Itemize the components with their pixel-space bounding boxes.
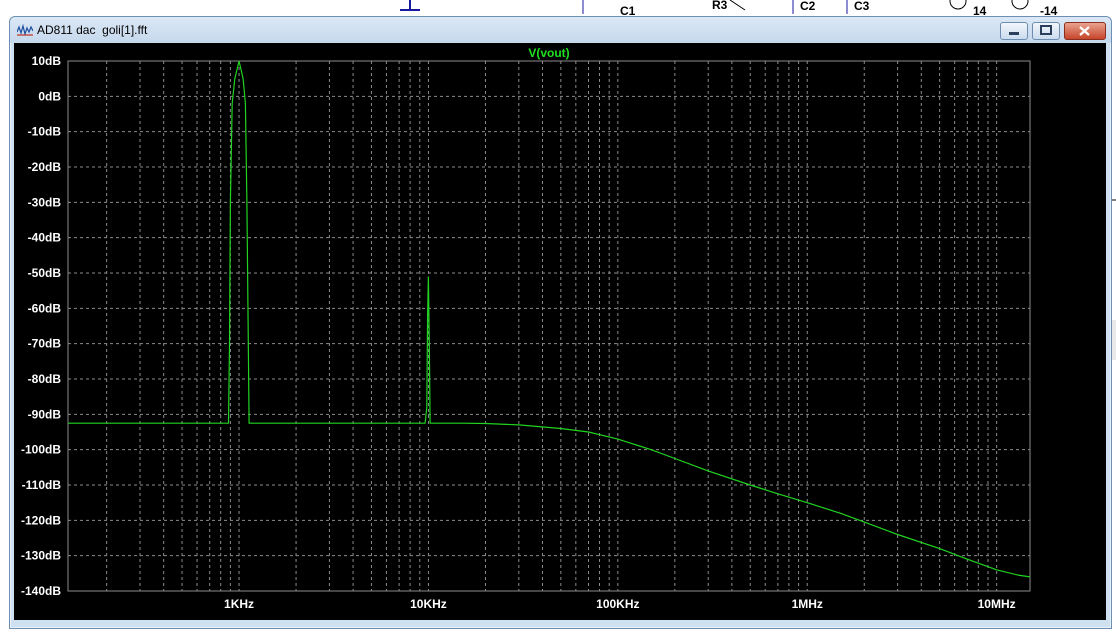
minimize-button[interactable]	[1000, 22, 1028, 40]
y-tick-label: -100dB	[21, 443, 61, 457]
maximize-button[interactable]	[1032, 22, 1060, 40]
y-tick-label: -20dB	[28, 160, 62, 174]
window-title: AD811 dac goli[1].fft	[37, 23, 148, 37]
schematic-label-c3: C3	[854, 0, 870, 13]
y-tick-label: -90dB	[28, 407, 62, 421]
x-tick-label: 1MHz	[792, 597, 823, 611]
waveform-icon	[17, 24, 33, 36]
y-tick-label: -110dB	[22, 478, 62, 492]
series-line	[68, 60, 1031, 578]
y-tick-label: -120dB	[21, 513, 61, 527]
schematic-label-r3: R3	[712, 0, 728, 12]
x-tick-label: 10KHz	[410, 597, 447, 611]
fft-window[interactable]: AD811 dac goli[1].fft 10dB 0dB -10dB -20dB -…	[9, 16, 1112, 629]
y-tick-label: -50dB	[28, 266, 62, 280]
window-titlebar[interactable]: AD811 dac goli[1].fft	[10, 17, 1111, 43]
close-button[interactable]	[1064, 22, 1106, 40]
x-tick-label: 10MHz	[978, 597, 1016, 611]
y-tick-label: -60dB	[28, 301, 62, 315]
y-tick-label: -140dB	[21, 584, 61, 598]
maximize-icon	[1040, 25, 1052, 35]
y-tick-label: -10dB	[28, 125, 62, 139]
y-tick-label: 0dB	[38, 89, 61, 103]
fft-plot[interactable]: 10dB 0dB -10dB -20dB -30dB -40dB -50dB -60dB -70…	[14, 43, 1106, 620]
series-title: V(vout)	[528, 46, 569, 60]
schematic-label-c2: C2	[800, 0, 816, 13]
minimize-icon	[1009, 32, 1019, 35]
plot-area[interactable]: 10dB 0dB -10dB -20dB -30dB -40dB -50dB -60dB -70…	[14, 43, 1106, 620]
y-tick-label: -80dB	[28, 372, 62, 386]
x-tick-label: 100KHz	[596, 597, 639, 611]
plot-frame	[67, 60, 1031, 592]
y-tick-label: 10dB	[32, 54, 62, 68]
y-tick-label: -130dB	[21, 549, 61, 563]
close-icon	[1079, 26, 1090, 36]
y-tick-label: -70dB	[28, 337, 62, 351]
y-tick-label: -40dB	[28, 231, 62, 245]
y-tick-label: -30dB	[28, 195, 62, 209]
x-tick-label: 1KHz	[224, 597, 254, 611]
